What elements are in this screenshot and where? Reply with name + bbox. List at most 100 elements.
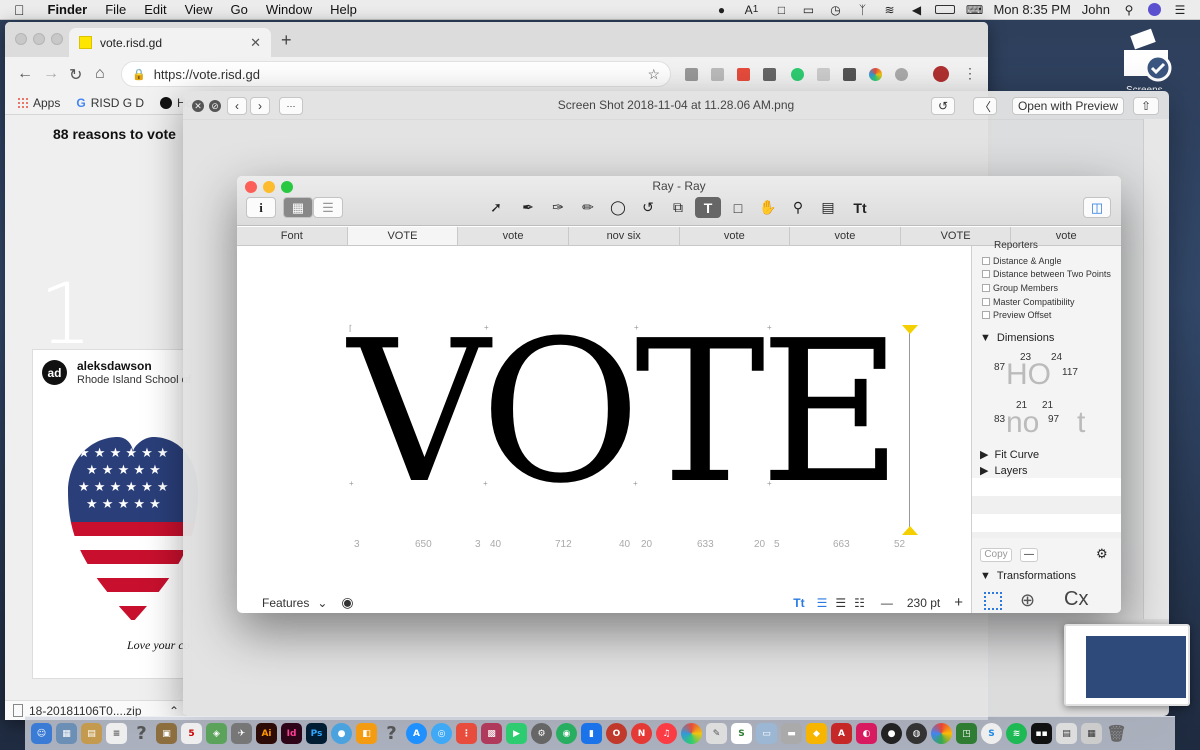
checkbox-preview-offset[interactable]: Preview Offset — [982, 310, 1051, 320]
help-icon[interactable]: ? — [131, 723, 152, 744]
dimensions-section[interactable]: ▼ Dimensions — [980, 332, 1054, 344]
cursor-top-handle-icon[interactable] — [902, 325, 918, 334]
layers-list[interactable] — [972, 478, 1121, 538]
maps-icon[interactable]: ◈ — [206, 723, 227, 744]
scale-tool-icon[interactable]: ⧉ — [665, 197, 691, 218]
preview-icon[interactable]: ▦ — [56, 723, 77, 744]
menu-file[interactable]: File — [96, 2, 135, 17]
avatar[interactable]: ad — [42, 360, 67, 385]
launchpad-icon[interactable]: ✈ — [231, 723, 252, 744]
extension-icon[interactable] — [711, 68, 724, 81]
app-icon[interactable]: ◳ — [956, 723, 977, 744]
script-icon[interactable]: ✎ — [706, 723, 727, 744]
system-preferences-icon[interactable]: ⚙ — [531, 723, 552, 744]
folder-icon[interactable]: ▣ — [156, 723, 177, 744]
window-icon[interactable]: ▬ — [781, 723, 802, 744]
preview-eye-icon[interactable]: ◉ — [341, 594, 353, 611]
sketch-plugin-icon[interactable]: ◉ — [556, 723, 577, 744]
text-options-icon[interactable]: Tt — [793, 596, 804, 610]
photos-icon[interactable] — [681, 723, 702, 744]
tab-nov-six[interactable]: nov six — [569, 227, 680, 245]
archive-icon[interactable]: ▤ — [81, 723, 102, 744]
menu-window[interactable]: Window — [257, 2, 321, 17]
layers-section[interactable]: ▶ Layers — [980, 464, 1028, 478]
figma-icon[interactable] — [737, 68, 750, 81]
facetime-icon[interactable]: ▶ — [506, 723, 527, 744]
open-with-preview-button[interactable]: Open with Preview — [1012, 97, 1124, 115]
app-store-icon[interactable]: A — [406, 723, 427, 744]
checkbox-distance-two-points[interactable]: Distance between Two Points — [982, 269, 1111, 279]
list-view-icon[interactable]: ☰ — [313, 197, 343, 218]
fit-curve-section[interactable]: ▶ Fit Curve — [980, 448, 1039, 462]
forward-icon[interactable]: → — [43, 65, 59, 83]
pen-tool-icon[interactable]: ✒ — [515, 197, 541, 218]
image-capture-icon[interactable]: ▭ — [756, 723, 777, 744]
features-dropdown[interactable]: Features ⌄ — [262, 596, 327, 610]
menu-view[interactable]: View — [176, 2, 222, 17]
screen-icon[interactable]: □ — [773, 3, 789, 17]
finder-icon[interactable]: ☺ — [31, 723, 52, 744]
bookmark-star-icon[interactable]: ☆ — [647, 66, 660, 83]
cursor-bottom-handle-icon[interactable] — [902, 526, 918, 535]
app-icon[interactable]: ◍ — [906, 723, 927, 744]
volume-icon[interactable]: ◀ — [908, 3, 924, 17]
info-icon[interactable]: i — [246, 197, 276, 218]
align-left-icon[interactable]: ☰ — [817, 596, 828, 610]
crosshair-icon[interactable]: ⊕ — [1020, 590, 1035, 611]
extension-icon[interactable] — [817, 68, 830, 81]
pencil-tool-icon[interactable]: ✏ — [575, 197, 601, 218]
text-panel-icon[interactable]: Tt — [847, 197, 873, 218]
help-icon[interactable]: ? — [381, 723, 402, 744]
transformations-section[interactable]: ▼ Transformations — [980, 570, 1076, 582]
checkbox-group-members[interactable]: Group Members — [982, 283, 1058, 293]
messages-icon[interactable]: ● — [331, 723, 352, 744]
extension-icon[interactable] — [685, 68, 698, 81]
text-tool-icon[interactable]: T — [695, 197, 721, 218]
ellipse-tool-icon[interactable]: ◯ — [605, 197, 631, 218]
bookmark-apps[interactable]: Apps — [17, 96, 60, 110]
adobe-icon[interactable]: A1 — [740, 3, 762, 17]
zoom-level[interactable]: 230 pt — [907, 596, 940, 610]
menu-clock[interactable]: Mon 8:35 PM — [993, 2, 1070, 17]
grid-view-icon[interactable]: ▦ — [283, 197, 313, 218]
markup-icon[interactable]: 〈 — [973, 97, 997, 115]
notification-center-icon[interactable]: ☰ — [1172, 3, 1188, 17]
home-icon[interactable]: ⌂ — [95, 65, 105, 83]
photoshop-icon[interactable]: Ps — [306, 723, 327, 744]
bluetooth-icon[interactable]: ᛉ — [854, 3, 870, 17]
battery-icon[interactable] — [935, 5, 956, 14]
zoom-dot-icon[interactable] — [51, 33, 63, 45]
tab-font[interactable]: Font — [237, 227, 348, 245]
settings-gear-icon[interactable]: ⚙ — [1096, 546, 1108, 562]
document-icon[interactable]: ≡ — [106, 723, 127, 744]
color-extension-icon[interactable] — [869, 68, 882, 81]
new-tab-icon[interactable]: + — [281, 30, 292, 51]
tab-vote[interactable]: vote — [790, 227, 901, 245]
airplay-icon[interactable]: ▭ — [800, 3, 816, 17]
tab-vote[interactable]: VOTE — [347, 227, 459, 245]
rotate-tool-icon[interactable]: ↺ — [635, 197, 661, 218]
pointer-tool-icon[interactable]: ➚ — [483, 197, 509, 218]
extension-icon[interactable] — [895, 68, 908, 81]
transform-text-icon[interactable]: Cx — [1064, 588, 1088, 611]
menu-app-name[interactable]: Finder — [39, 2, 97, 17]
share-icon[interactable]: ⇧ — [1133, 97, 1159, 115]
acrobat-icon[interactable]: A — [831, 723, 852, 744]
hand-tool-icon[interactable]: ✋ — [755, 197, 781, 218]
documents-stack-icon[interactable]: ▦ — [1081, 723, 1102, 744]
minus-button[interactable]: — — [1020, 548, 1038, 562]
keyboard-icon[interactable]: ⌨ — [966, 3, 983, 17]
safari-icon[interactable]: ◎ — [431, 723, 452, 744]
books-icon[interactable]: ◧ — [356, 723, 377, 744]
reload-icon[interactable]: ↻ — [69, 65, 82, 85]
cursor-line[interactable] — [909, 328, 910, 533]
desktop-ballot-icon[interactable] — [1118, 26, 1174, 82]
menu-help[interactable]: Help — [321, 2, 366, 17]
minimize-dot-icon[interactable] — [33, 33, 45, 45]
keynote-icon[interactable]: ▮ — [581, 723, 602, 744]
indesign-icon[interactable]: Id — [281, 723, 302, 744]
browser-tab[interactable]: vote.risd.gd ✕ — [69, 28, 271, 57]
menu-go[interactable]: Go — [222, 2, 257, 17]
checkbox-distance-angle[interactable]: Distance & Angle — [982, 256, 1062, 266]
chrome-icon[interactable] — [931, 723, 952, 744]
